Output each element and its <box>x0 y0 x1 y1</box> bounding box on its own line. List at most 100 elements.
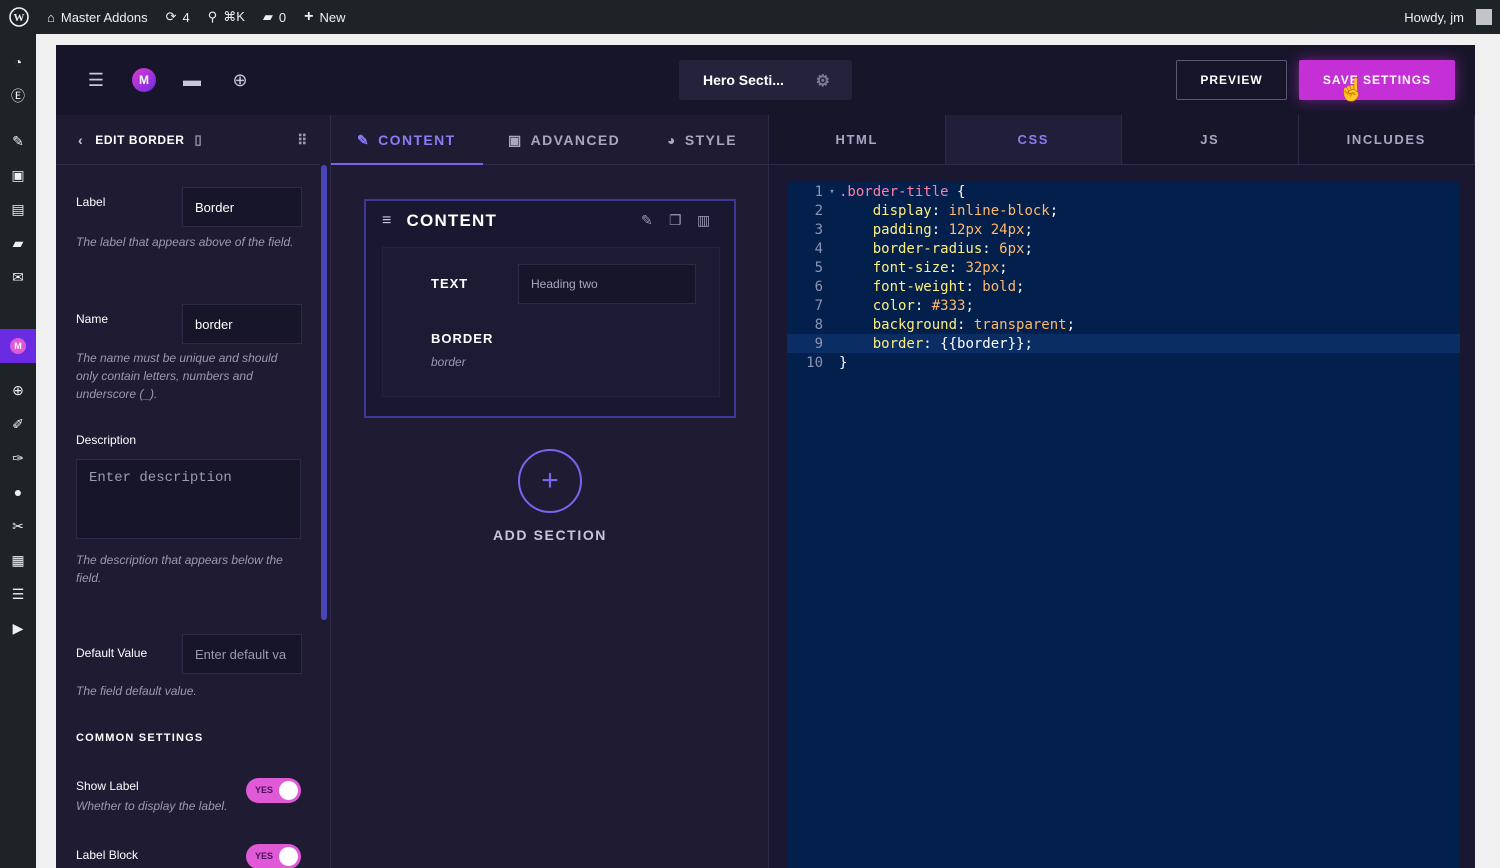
label-field-group: Label Border The label that appears abov… <box>76 187 302 277</box>
code-line-highlighted: 9 border: {{border}}; <box>787 334 1460 353</box>
gear-icon[interactable]: ⚙ <box>816 71 830 91</box>
default-value-field-group: Default Value Enter default va The field… <box>76 634 302 704</box>
add-circle-icon[interactable]: ⊕ <box>228 68 252 92</box>
active-tab-indicator <box>331 163 483 165</box>
css-value: transparent <box>973 316 1067 333</box>
toggle-yes-label: YES <box>255 785 274 795</box>
builder-topbar: ☰ M ▬ ⊕ Hero Secti... ⚙ PREVIEW SAVE SET… <box>56 45 1475 115</box>
fold-arrow-icon[interactable]: ▾ <box>825 187 839 197</box>
appearance-icon[interactable]: ✑ <box>8 448 28 468</box>
duplicate-icon[interactable]: ❐ <box>669 212 682 229</box>
brush-icon[interactable]: ⊕ <box>8 380 28 400</box>
docs-book-icon[interactable]: ▯ <box>195 132 203 148</box>
mail-icon[interactable]: ✉ <box>8 267 28 287</box>
home-icon: ⌂ <box>47 9 55 25</box>
plus-circle-icon[interactable] <box>8 346 28 366</box>
code-brace: { <box>948 183 966 200</box>
trash-icon[interactable]: ▥ <box>697 212 710 229</box>
css-value: 6px <box>999 240 1025 257</box>
code-line: 8 background: transparent; <box>787 315 1460 334</box>
section-title: CONTENT <box>406 211 498 230</box>
menu-icon[interactable]: ☰ <box>84 68 108 92</box>
media-icon[interactable]: ▣ <box>8 165 28 185</box>
play-icon[interactable]: ▶ <box>8 618 28 638</box>
dashboard-icon[interactable]: ◔ <box>8 52 28 72</box>
line-number: 2 <box>814 202 823 219</box>
preview-button[interactable]: PREVIEW <box>1176 60 1287 100</box>
updates-link[interactable]: ⟳ 4 <box>157 0 199 34</box>
label-input[interactable]: Border <box>182 187 302 227</box>
comments-link[interactable]: ▰ 0 <box>254 0 295 34</box>
search-link[interactable]: ⚲ ⌘K <box>199 0 254 34</box>
toggle-yes-label: YES <box>255 851 274 861</box>
css-value: bold <box>982 278 1017 295</box>
account-menu[interactable]: Howdy, jm <box>1395 0 1500 34</box>
save-settings-button[interactable]: SAVE SETTINGS <box>1299 60 1455 100</box>
css-code-editor[interactable]: 1 ▾ .border-title { 2 display: inline-bl… <box>787 182 1460 868</box>
panel-title: EDIT BORDER <box>95 132 185 147</box>
css-property: font-weight <box>872 278 966 295</box>
tab-content[interactable]: ✎ CONTENT <box>357 115 456 165</box>
description-textarea[interactable]: Enter description <box>76 459 301 539</box>
line-number: 8 <box>814 316 823 333</box>
table-icon[interactable]: ☰ <box>8 584 28 604</box>
text-field-input[interactable]: Heading two <box>518 264 696 304</box>
settings-icon[interactable]: ▦ <box>8 550 28 570</box>
tab-style[interactable]: ◕ STYLE <box>667 115 737 165</box>
name-input[interactable]: border <box>182 304 302 344</box>
drag-handle-icon[interactable]: ≡ <box>382 212 393 230</box>
code-line: 2 display: inline-block; <box>787 201 1460 220</box>
css-value: {{border}} <box>940 335 1025 352</box>
tab-html[interactable]: HTML <box>769 115 946 165</box>
description-field-label: Description <box>76 433 137 447</box>
panel-scrollbar[interactable] <box>321 165 327 620</box>
tab-advanced-label: ADVANCED <box>530 132 621 148</box>
plugins-icon[interactable]: ✐ <box>8 414 28 434</box>
new-content-link[interactable]: + New <box>295 0 354 34</box>
pages-icon[interactable]: ▤ <box>8 199 28 219</box>
users-icon[interactable]: ● <box>8 482 28 502</box>
folder-icon[interactable]: ▬ <box>180 68 204 92</box>
css-property: color <box>872 297 915 314</box>
border-field-label: BORDER <box>431 331 494 346</box>
css-property: display <box>872 202 932 219</box>
tools-icon[interactable]: ✂ <box>8 516 28 536</box>
site-name-link[interactable]: ⌂ Master Addons <box>38 0 157 34</box>
line-number: 3 <box>814 221 823 238</box>
pin-icon[interactable]: ✎ <box>8 131 28 151</box>
default-value-input[interactable]: Enter default va <box>182 634 302 674</box>
builder-tabs: ✎ CONTENT ▣ ADVANCED ◕ STYLE <box>331 115 768 165</box>
elementor-icon[interactable]: Ⓔ <box>8 86 28 106</box>
widget-title-pill[interactable]: Hero Secti... ⚙ <box>679 60 852 100</box>
add-section-label[interactable]: ADD SECTION <box>331 527 769 543</box>
back-chevron-icon[interactable]: ‹ <box>78 132 83 148</box>
edit-icon[interactable]: ✎ <box>641 212 653 229</box>
field-settings-panel: ‹ EDIT BORDER ▯ ⠿ Label Border The label… <box>56 115 320 868</box>
tab-advanced[interactable]: ▣ ADVANCED <box>508 115 620 165</box>
plus-icon: + <box>304 8 314 25</box>
code-line: 5 font-size: 32px; <box>787 258 1460 277</box>
line-number: 1 <box>814 183 823 200</box>
content-section-card[interactable]: ≡ CONTENT ✎ ❐ ▥ TEXT Heading two BORDER … <box>364 199 736 418</box>
add-section-button[interactable]: + <box>518 449 582 513</box>
search-icon: ⚲ <box>207 9 218 24</box>
name-field-label: Name <box>76 312 109 326</box>
tab-js[interactable]: JS <box>1122 115 1299 165</box>
show-label-toggle[interactable]: YES <box>246 778 301 803</box>
tab-includes[interactable]: INCLUDES <box>1298 115 1475 165</box>
widget-title: Hero Secti... <box>703 72 784 88</box>
line-number: 6 <box>814 278 823 295</box>
code-line: 4 border-radius: 6px; <box>787 239 1460 258</box>
line-number: 5 <box>814 259 823 276</box>
grid-icon[interactable]: ⠿ <box>297 132 308 149</box>
label-block-toggle[interactable]: YES <box>246 844 301 868</box>
wp-logo-icon[interactable]: W <box>0 0 38 34</box>
code-line: 7 color: #333; <box>787 296 1460 315</box>
tab-style-label: STYLE <box>684 132 737 148</box>
css-property: font-size <box>872 259 949 276</box>
code-line: 10 } <box>787 353 1460 372</box>
comments-icon[interactable]: ▰ <box>8 233 28 253</box>
code-editor-panel: HTML CSS JS INCLUDES 1 ▾ .border-title {… <box>768 115 1475 868</box>
master-addons-logo: M <box>132 68 156 92</box>
tab-css[interactable]: CSS <box>945 115 1122 165</box>
